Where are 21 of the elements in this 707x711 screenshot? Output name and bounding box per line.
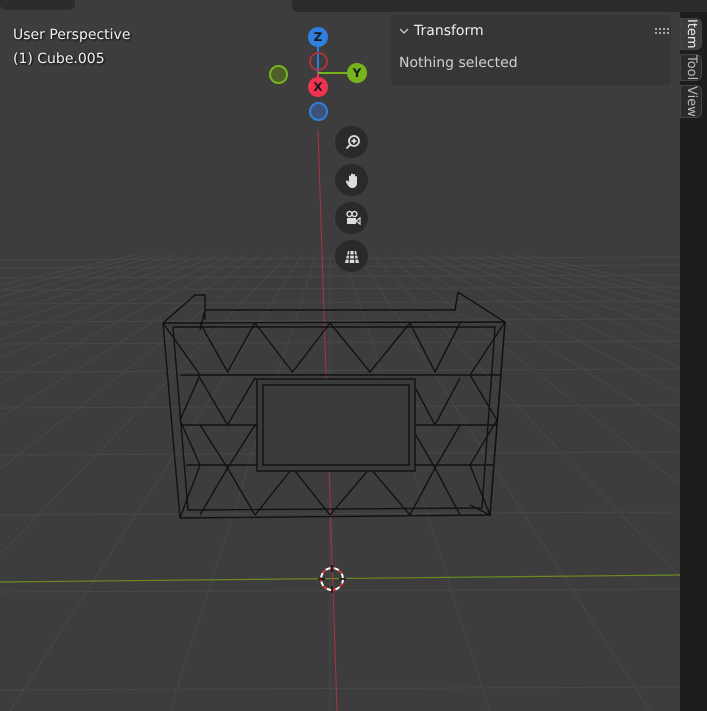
chevron-icon[interactable] [399,26,409,36]
axis-handle[interactable]: Z [308,27,328,47]
sidebar-tab[interactable]: Tool [680,54,702,81]
pan-view-button[interactable] [335,164,368,196]
axis-handle[interactable]: Y [347,63,367,83]
ortho-view-button[interactable] [335,240,368,272]
panel-title: Transform [414,22,484,40]
negative-axis-handle[interactable] [308,52,328,70]
negative-axis-handle[interactable] [268,64,288,84]
axis-gizmo-lines [317,45,349,79]
zoom-view-button[interactable] [335,126,368,158]
cursor-icon [317,564,347,594]
negative-axis-handle[interactable] [308,102,328,120]
sidebar-tab[interactable]: View [680,84,702,118]
panel-message: Nothing selected [399,54,519,73]
object-name: (1) Cube.005 [13,50,106,69]
view-name: User Perspective [13,26,130,45]
sidebar-tab[interactable]: Item [680,18,702,50]
drag-handle-icon[interactable] [655,28,669,34]
axis-handle[interactable]: X [308,77,328,97]
camera-view-button[interactable] [335,202,368,234]
